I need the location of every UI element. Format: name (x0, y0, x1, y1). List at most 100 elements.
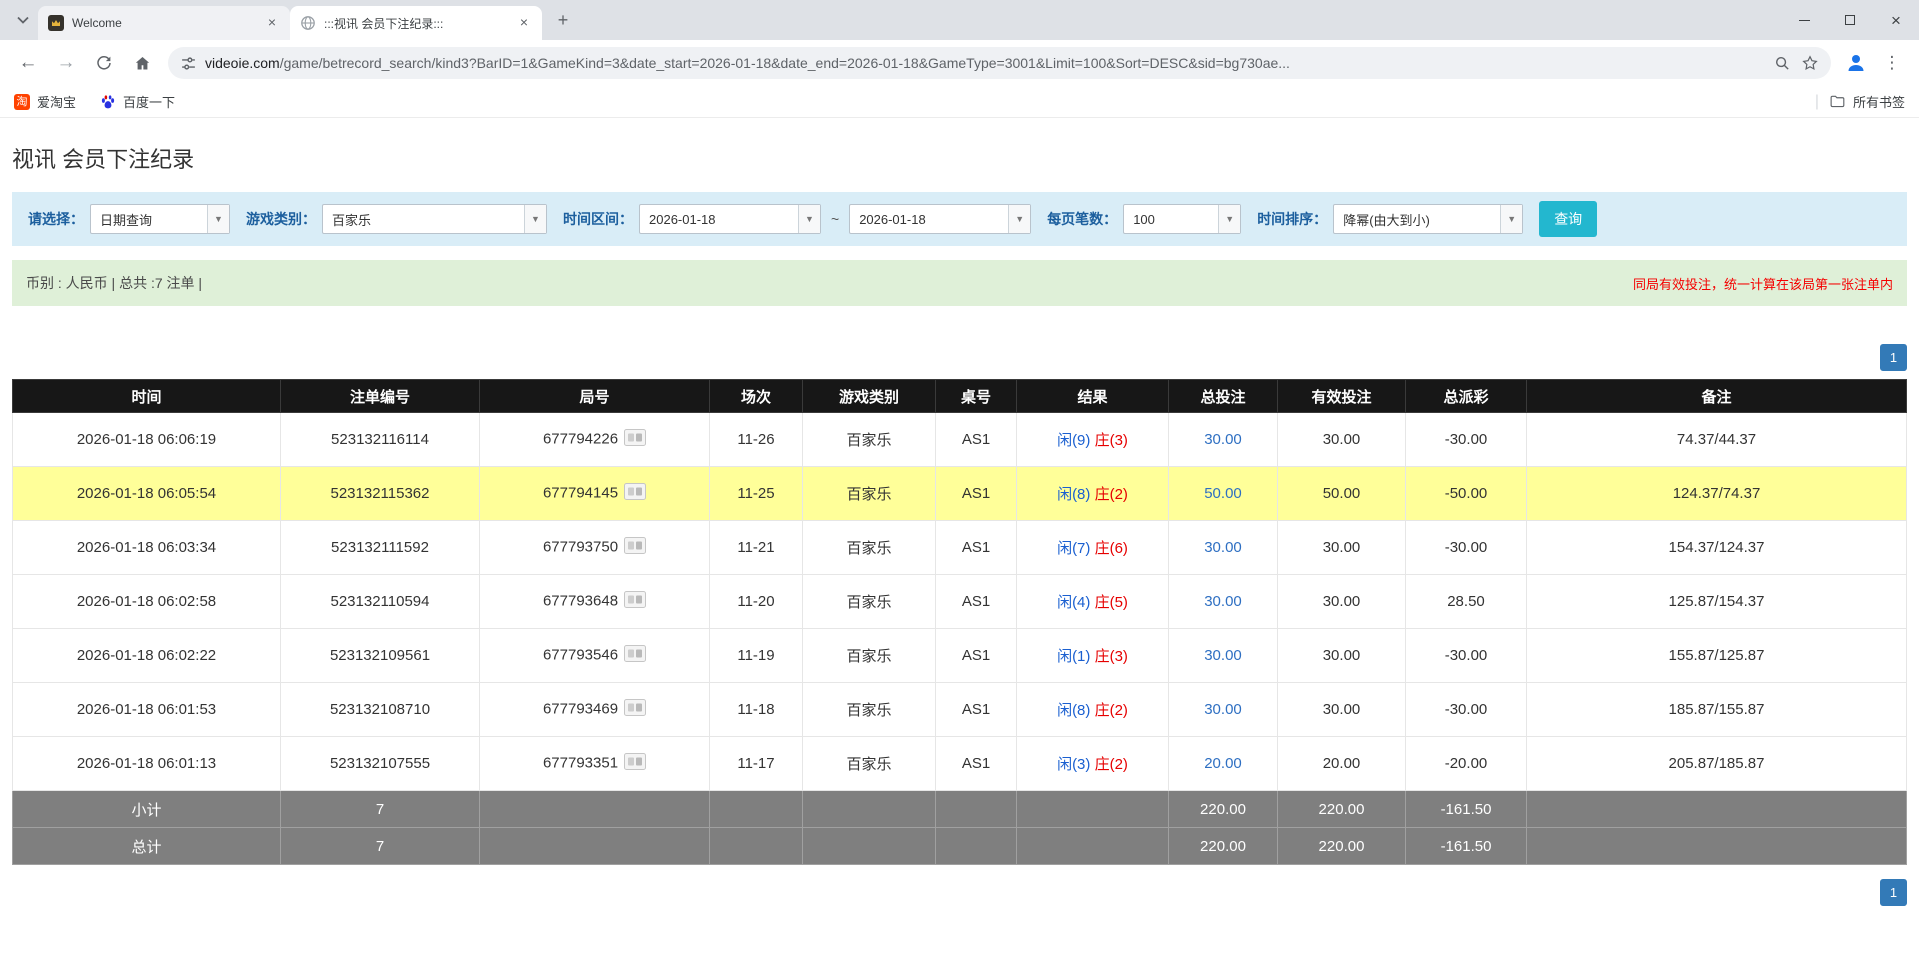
new-tab-button[interactable]: + (550, 7, 576, 33)
chevron-down-icon: ▼ (524, 205, 546, 233)
all-bookmarks-button[interactable]: 所有书签 (1829, 92, 1905, 111)
total-bet-link[interactable]: 30.00 (1204, 431, 1242, 448)
url-text[interactable]: videoie.com/game/betrecord_search/kind3?… (205, 55, 1766, 71)
cell-valid-bet: 50.00 (1278, 467, 1406, 521)
empty-cell (936, 828, 1017, 865)
round-result-icon[interactable] (624, 483, 646, 504)
result-player: 闲(8) (1057, 486, 1090, 503)
table-row: 2026-01-18 06:02:58523132110594677793648… (13, 575, 1907, 629)
maximize-button[interactable] (1827, 0, 1873, 40)
total-bet-link[interactable]: 30.00 (1204, 647, 1242, 664)
bookmark-baidu[interactable]: 百度一下 (100, 92, 175, 111)
chevron-down-icon: ▼ (1218, 205, 1240, 233)
sort-order-label: 时间排序： (1257, 209, 1327, 229)
round-result-icon[interactable] (624, 537, 646, 558)
result-player: 闲(3) (1057, 756, 1090, 773)
round-result-icon[interactable] (624, 753, 646, 774)
game-kind-select[interactable]: 百家乐 ▼ (322, 204, 547, 234)
home-icon[interactable] (124, 45, 160, 81)
cell-table-no: AS1 (936, 737, 1017, 791)
page-content: 视讯 会员下注纪录 请选择： 日期查询 ▼ 游戏类别： 百家乐 ▼ 时间区间： … (0, 118, 1919, 906)
cell-session: 11-25 (710, 467, 803, 521)
empty-cell (1527, 791, 1907, 828)
cell-game-kind: 百家乐 (803, 521, 936, 575)
total-bet-link[interactable]: 20.00 (1204, 755, 1242, 772)
cell-table-no: AS1 (936, 683, 1017, 737)
site-settings-icon[interactable] (180, 55, 197, 72)
bookmark-star-icon[interactable] (1801, 54, 1819, 72)
profile-avatar-icon[interactable] (1839, 46, 1873, 80)
page-1-button[interactable]: 1 (1880, 879, 1907, 906)
total-bet-link[interactable]: 30.00 (1204, 593, 1242, 610)
cell-session: 11-20 (710, 575, 803, 629)
empty-cell (1527, 828, 1907, 865)
minimize-button[interactable] (1781, 0, 1827, 40)
tab-bet-record[interactable]: :::视讯 会员下注纪录::: × (290, 6, 542, 40)
result-player: 闲(8) (1057, 702, 1090, 719)
select-type-label: 请选择： (28, 209, 84, 229)
round-result-icon[interactable] (624, 591, 646, 612)
cell-round-id: 677794145 (480, 467, 710, 521)
cell-result: 闲(9) 庄(3) (1017, 413, 1169, 467)
summary-warning-note: 同局有效投注，统一计算在该局第一张注单内 (1633, 274, 1893, 293)
total-bet-link[interactable]: 30.00 (1204, 701, 1242, 718)
cell-valid-bet: 20.00 (1278, 737, 1406, 791)
column-header-8: 有效投注 (1278, 380, 1406, 413)
table-row: 2026-01-18 06:05:54523132115362677794145… (13, 467, 1907, 521)
cell-payout: -30.00 (1406, 629, 1527, 683)
tab-close-icon[interactable]: × (264, 15, 280, 31)
page-size-input[interactable]: 100 ▼ (1123, 204, 1241, 234)
total-valid-bet: 220.00 (1278, 828, 1406, 865)
cell-result: 闲(8) 庄(2) (1017, 467, 1169, 521)
page-size-label: 每页笔数： (1047, 209, 1117, 229)
page-1-button[interactable]: 1 (1880, 344, 1907, 371)
round-result-icon[interactable] (624, 699, 646, 720)
forward-icon[interactable]: → (48, 45, 84, 81)
bet-records-table: 时间注单编号局号场次游戏类别桌号结果总投注有效投注总派彩备注 2026-01-1… (12, 379, 1907, 865)
zoom-icon[interactable] (1774, 55, 1791, 72)
query-type-select[interactable]: 日期查询 ▼ (90, 204, 230, 234)
table-row: 2026-01-18 06:02:22523132109561677793546… (13, 629, 1907, 683)
cell-note: 74.37/44.37 (1527, 413, 1907, 467)
cell-note: 154.37/124.37 (1527, 521, 1907, 575)
window-controls: × (1781, 0, 1919, 40)
cell-note: 125.87/154.37 (1527, 575, 1907, 629)
round-result-icon[interactable] (624, 429, 646, 450)
total-bet-link[interactable]: 50.00 (1204, 485, 1242, 502)
column-header-3: 场次 (710, 380, 803, 413)
subtotal-valid-bet: 220.00 (1278, 791, 1406, 828)
total-bet-link[interactable]: 30.00 (1204, 539, 1242, 556)
address-bar[interactable]: videoie.com/game/betrecord_search/kind3?… (168, 47, 1831, 79)
date-end-input[interactable]: 2026-01-18 ▼ (849, 204, 1031, 234)
bookmark-aitaobao[interactable]: 淘 爱淘宝 (14, 92, 76, 111)
search-button[interactable]: 查询 (1539, 201, 1597, 237)
back-icon[interactable]: ← (10, 45, 46, 81)
cell-round-id: 677794226 (480, 413, 710, 467)
menu-kebab-icon[interactable]: ⋮ (1875, 46, 1909, 80)
tab-close-icon[interactable]: × (516, 15, 532, 31)
sort-order-select[interactable]: 降幂(由大到小) ▼ (1333, 204, 1523, 234)
round-result-icon[interactable] (624, 645, 646, 666)
cell-bet-id: 523132111592 (281, 521, 480, 575)
tab-search-chevron-icon[interactable] (10, 7, 36, 33)
summary-bar: 币别 : 人民币 | 总共 :7 注单 | 同局有效投注，统一计算在该局第一张注… (12, 260, 1907, 306)
cell-total-bet: 50.00 (1169, 467, 1278, 521)
cell-note: 155.87/125.87 (1527, 629, 1907, 683)
table-row: 2026-01-18 06:01:53523132108710677793469… (13, 683, 1907, 737)
column-header-7: 总投注 (1169, 380, 1278, 413)
date-range-separator: ~ (831, 211, 839, 227)
grand-total-row: 总计 7 220.00 220.00 -161.50 (13, 828, 1907, 865)
result-player: 闲(9) (1057, 432, 1090, 449)
bookmark-label: 百度一下 (123, 92, 175, 111)
cell-session: 11-21 (710, 521, 803, 575)
result-banker: 庄(2) (1095, 486, 1128, 503)
tab-welcome[interactable]: Welcome × (38, 6, 290, 40)
refresh-icon[interactable] (86, 45, 122, 81)
cell-game-kind: 百家乐 (803, 737, 936, 791)
date-start-input[interactable]: 2026-01-18 ▼ (639, 204, 821, 234)
cell-note: 124.37/74.37 (1527, 467, 1907, 521)
cell-payout: -30.00 (1406, 683, 1527, 737)
empty-cell (480, 828, 710, 865)
close-window-button[interactable]: × (1873, 0, 1919, 40)
column-header-6: 结果 (1017, 380, 1169, 413)
